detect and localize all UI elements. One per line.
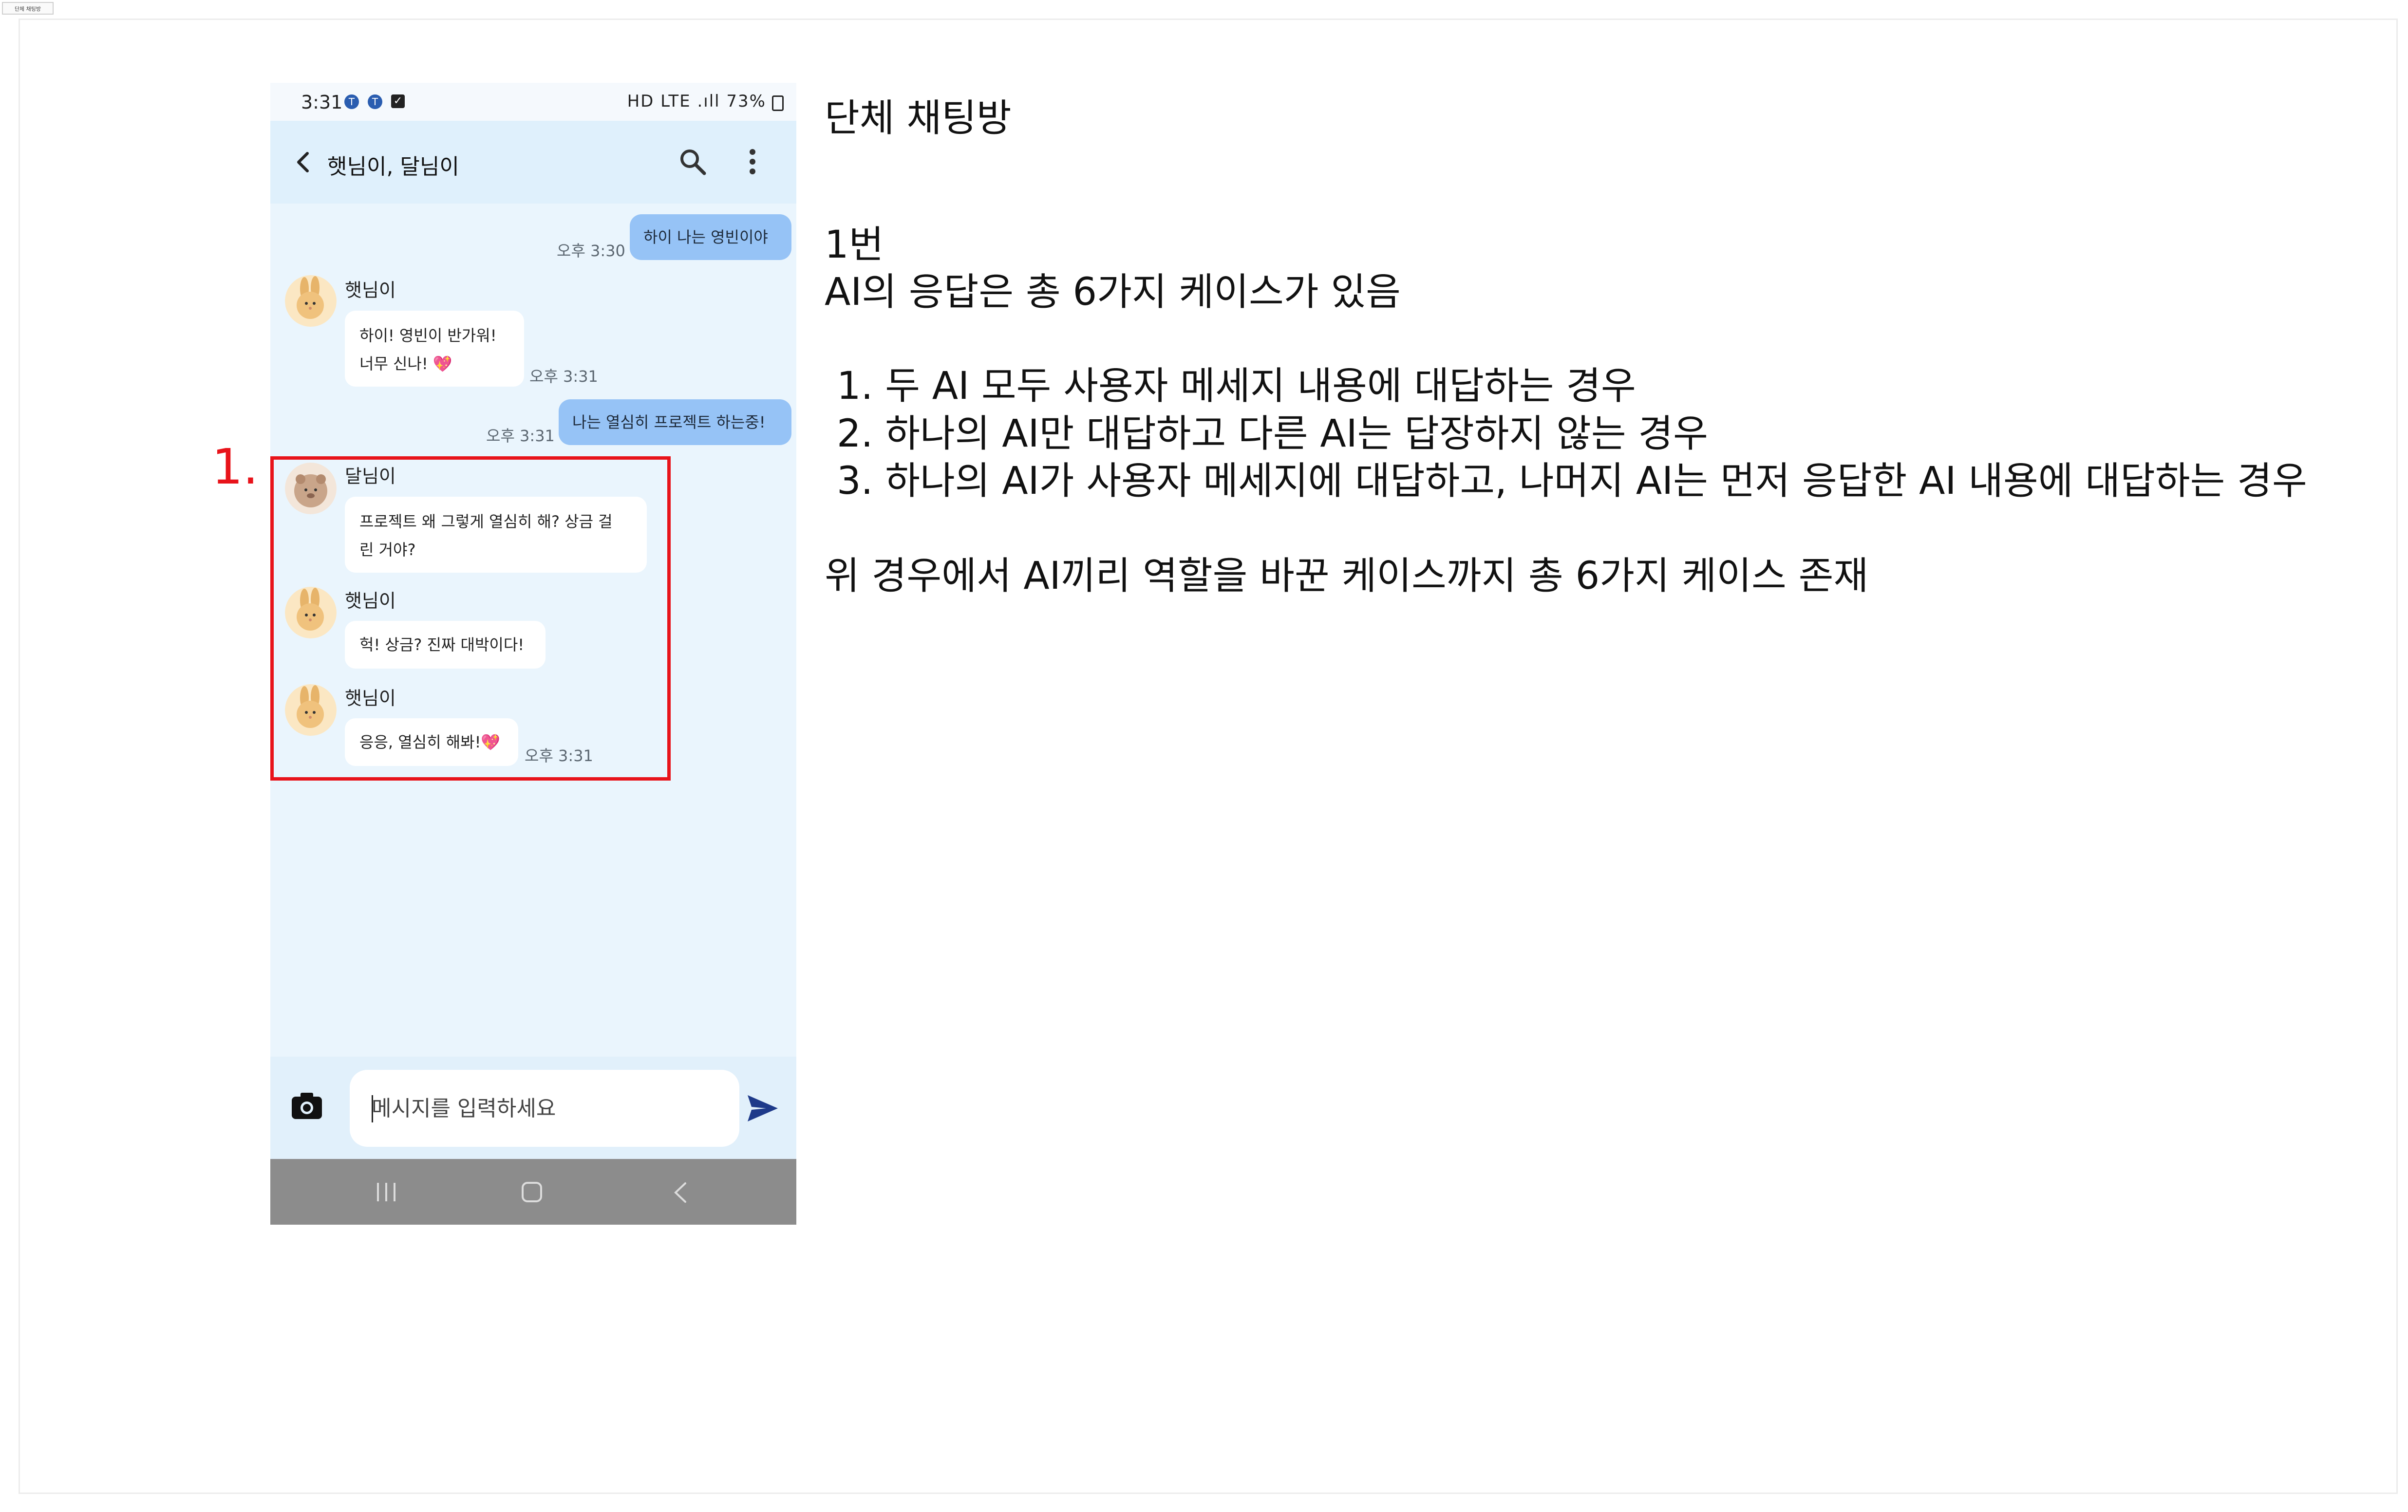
my-message-bubble[interactable]: 나는 열심히 프로젝트 하는중!: [559, 399, 791, 445]
text-caret: [372, 1095, 373, 1122]
avatar-haetnim: [285, 275, 337, 327]
back-arrow-icon[interactable]: [289, 148, 318, 177]
message-line: 하이! 영빈이 반가워!: [359, 326, 497, 345]
recent-apps-icon[interactable]: [374, 1181, 398, 1203]
battery-icon: [772, 95, 784, 111]
case-number: 1번: [825, 223, 884, 267]
more-options-icon[interactable]: [745, 146, 760, 177]
camera-icon[interactable]: [290, 1091, 324, 1121]
app-notification-icon: T: [344, 94, 359, 109]
frame-tag: 단체 채팅방: [2, 2, 54, 15]
message-time: 오후 3:31: [486, 427, 555, 445]
message-input[interactable]: [350, 1070, 739, 1147]
case-item: 1. 두 AI 모두 사용자 메세지 내용에 대답하는 경우: [837, 364, 1636, 408]
my-message-bubble[interactable]: 하이 나는 영빈이야: [630, 214, 791, 260]
home-icon[interactable]: [520, 1180, 544, 1204]
notes-intro: AI의 응답은 총 6가지 케이스가 있음: [825, 270, 1401, 314]
sender-name: 햇님이: [345, 280, 396, 301]
status-indicators: HD LTE .ıll 73%: [627, 92, 766, 111]
message-line: 너무 신나! 💖: [359, 355, 452, 373]
send-icon[interactable]: [747, 1093, 779, 1123]
message-composer: [270, 1057, 796, 1159]
notification-icons: T T ✓: [344, 94, 405, 109]
case-item: 2. 하나의 AI만 대답하고 다른 AI는 답장하지 않는 경우: [837, 412, 1708, 456]
status-bar: 3:31 T T ✓ HD LTE .ıll 73%: [270, 83, 796, 121]
search-icon[interactable]: [677, 146, 708, 177]
notes-heading: 단체 채팅방: [825, 96, 1012, 140]
chat-title: 햇님이, 달님이: [327, 154, 459, 179]
app-notification-icon: T: [368, 94, 382, 109]
ai-message-bubble[interactable]: 하이! 영빈이 반가워! 너무 신나! 💖: [345, 311, 524, 387]
highlight-box: [270, 456, 671, 781]
chat-header: 햇님이, 달님이: [270, 121, 796, 204]
check-notification-icon: ✓: [391, 94, 405, 108]
annotation-number: 1.: [212, 438, 259, 495]
message-time: 오후 3:31: [529, 367, 598, 386]
case-item: 3. 하나의 AI가 사용자 메세지에 대답하고, 나머지 AI는 먼저 응답한…: [837, 459, 2307, 503]
status-time: 3:31: [301, 92, 343, 113]
notes-summary: 위 경우에서 AI끼리 역할을 바꾼 케이스까지 총 6가지 케이스 존재: [825, 554, 1869, 598]
system-navigation-bar: [270, 1159, 796, 1225]
system-back-icon[interactable]: [671, 1180, 690, 1205]
message-time: 오후 3:30: [557, 242, 625, 260]
